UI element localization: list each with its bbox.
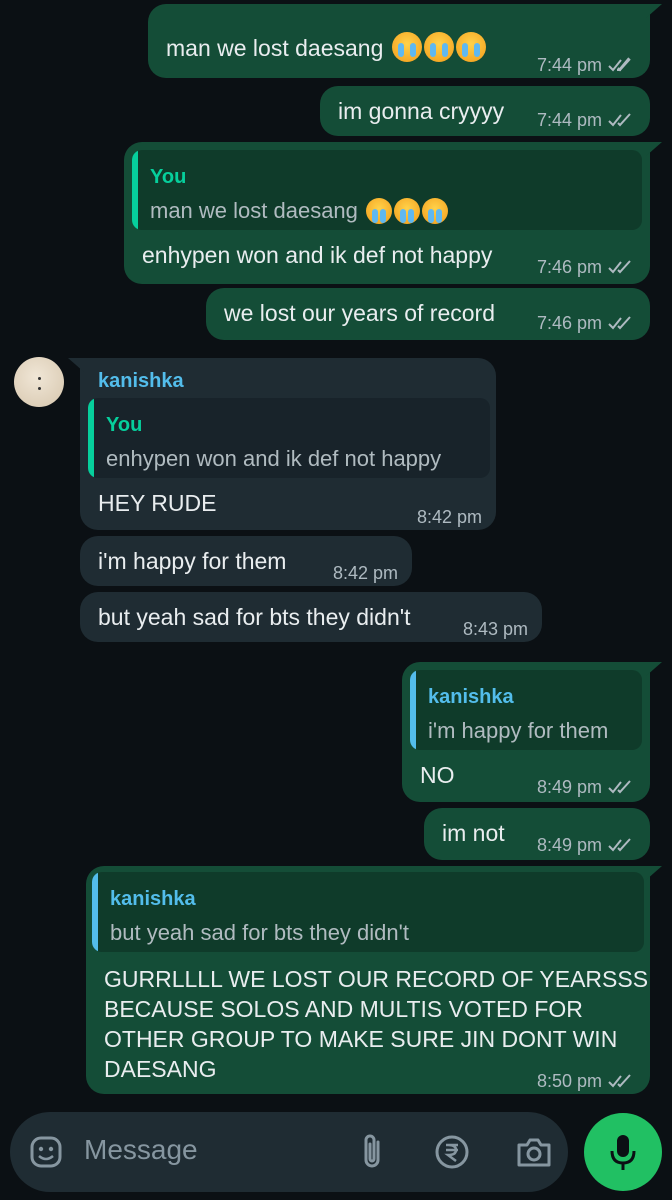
message-text: man we lost daesang xyxy=(166,35,384,61)
contact-avatar[interactable] xyxy=(14,357,64,407)
sender-name: kanishka xyxy=(98,370,184,392)
chat-area[interactable]: man we lost daesang 7:44 pm im gonna cry… xyxy=(0,0,672,1110)
message-text: i'm happy for them xyxy=(98,548,287,574)
quote-sender: kanishka xyxy=(110,888,196,910)
outgoing-message[interactable]: im not 8:49 pm xyxy=(424,808,650,860)
sticker-icon[interactable] xyxy=(26,1132,66,1172)
double-check-icon xyxy=(608,780,631,794)
camera-icon[interactable] xyxy=(512,1132,556,1172)
double-check-icon xyxy=(608,1074,631,1088)
message-meta: 8:49 pm xyxy=(537,830,634,860)
quote-bar xyxy=(132,150,138,230)
quote-text: i'm happy for them xyxy=(428,718,609,743)
incoming-reply-message[interactable]: kanishka You enhypen won and ik def not … xyxy=(68,358,496,530)
double-check-icon xyxy=(608,260,631,274)
message-line: OTHER GROUP TO MAKE SURE JIN DONT WIN xyxy=(104,1026,618,1052)
quoted-message[interactable]: kanishka but yeah sad for bts they didn'… xyxy=(92,872,644,952)
message-text: enhypen won and ik def not happy xyxy=(142,242,493,268)
message-time: 8:49 pm xyxy=(536,835,602,855)
message-line: GURRLLLL WE LOST OUR RECORD OF YEARSSS xyxy=(104,966,649,992)
mic-button[interactable] xyxy=(584,1113,662,1191)
outgoing-reply-message[interactable]: kanishka but yeah sad for bts they didn'… xyxy=(86,866,662,1096)
quote-text: man we lost daesang xyxy=(150,198,358,223)
crying-emoji-icon xyxy=(422,198,449,224)
outgoing-reply-message[interactable]: You man we lost daesang enhypen won and … xyxy=(124,142,662,284)
message-composer[interactable]: Message xyxy=(10,1112,568,1192)
outgoing-reply-message[interactable]: kanishka i'm happy for them NO 8:49 pm xyxy=(402,662,662,802)
double-check-icon xyxy=(608,316,631,330)
quote-bar xyxy=(88,398,94,478)
quote-bar xyxy=(92,872,98,952)
crying-emoji-icon xyxy=(423,32,454,62)
rupee-payment-icon[interactable] xyxy=(432,1132,472,1172)
message-line: DAESANG xyxy=(104,1056,217,1082)
double-check-icon xyxy=(608,838,631,852)
message-time: 7:46 pm xyxy=(536,257,602,277)
message-text: im gonna cryyyy xyxy=(338,98,505,124)
quote-sender: kanishka xyxy=(428,686,514,708)
crying-emoji-icon xyxy=(366,198,393,224)
message-meta: 8:50 pm xyxy=(537,1066,634,1096)
message-time: 8:50 pm xyxy=(536,1071,602,1091)
message-time: 8:43 pm xyxy=(462,619,528,639)
quote-bar xyxy=(410,670,416,750)
message-line: BECAUSE SOLOS AND MULTIS VOTED FOR xyxy=(104,996,583,1022)
crying-emoji-icon xyxy=(394,198,421,224)
message-meta: 7:44 pm xyxy=(537,105,634,135)
message-text: HEY RUDE xyxy=(98,490,217,516)
message-time: 7:44 pm xyxy=(536,55,602,75)
message-text: NO xyxy=(420,762,455,788)
message-text: but yeah sad for bts they didn't xyxy=(98,604,411,630)
message-input[interactable]: Message xyxy=(84,1134,198,1166)
message-text: we lost our years of record xyxy=(224,300,496,326)
message-text: im not xyxy=(442,820,505,846)
quoted-message[interactable]: You man we lost daesang xyxy=(132,150,642,230)
double-check-icon xyxy=(608,113,631,127)
quote-text-wrap: man we lost daesang xyxy=(150,196,449,226)
attach-icon[interactable] xyxy=(352,1130,392,1174)
quoted-message[interactable]: kanishka i'm happy for them xyxy=(410,670,642,750)
message-meta: 7:46 pm xyxy=(537,308,634,338)
outgoing-message[interactable]: im gonna cryyyy 7:44 pm xyxy=(320,86,650,136)
quoted-message[interactable]: You enhypen won and ik def not happy xyxy=(88,398,490,478)
crying-emoji-icon xyxy=(391,32,422,62)
mic-icon xyxy=(603,1130,643,1174)
outgoing-message[interactable]: we lost our years of record 7:46 pm xyxy=(206,288,650,340)
quote-sender: You xyxy=(106,414,143,436)
quote-text: but yeah sad for bts they didn't xyxy=(110,920,409,945)
outgoing-message[interactable]: man we lost daesang 7:44 pm xyxy=(148,4,662,80)
crying-emoji-icon xyxy=(455,32,486,62)
quote-sender: You xyxy=(150,166,187,188)
message-meta: 7:46 pm xyxy=(537,252,634,282)
message-time: 8:42 pm xyxy=(332,563,398,583)
message-time: 8:49 pm xyxy=(536,777,602,797)
message-time: 7:44 pm xyxy=(536,110,602,130)
message-time: 8:42 pm xyxy=(416,507,482,527)
message-time: 7:46 pm xyxy=(536,313,602,333)
incoming-message[interactable]: i'm happy for them 8:42 pm xyxy=(80,536,412,586)
double-check-icon xyxy=(608,57,631,72)
quote-text: enhypen won and ik def not happy xyxy=(106,446,442,471)
message-meta: 8:49 pm xyxy=(537,772,634,802)
incoming-message[interactable]: but yeah sad for bts they didn't 8:43 pm xyxy=(80,592,542,642)
message-meta: 7:44 pm xyxy=(537,50,634,80)
